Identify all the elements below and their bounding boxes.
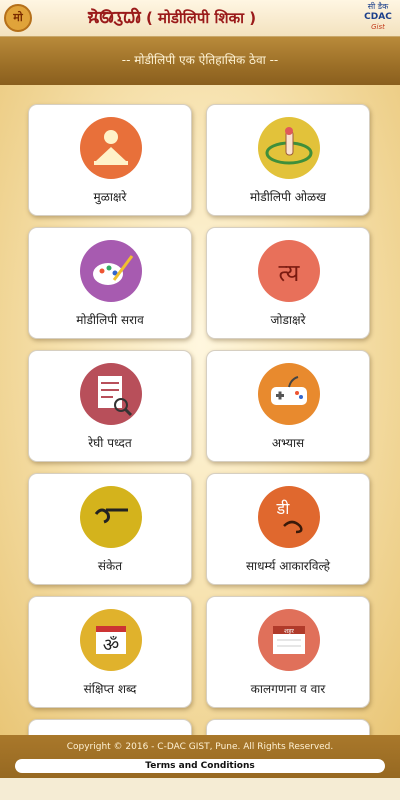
tile-reghi-paddhat[interactable]: रेघी पध्दत — [28, 350, 192, 462]
line-writing-icon — [80, 363, 142, 425]
bottom-bar — [0, 778, 400, 800]
tile-modilipi-olakh[interactable]: मोडीलिपी ओळख — [206, 104, 370, 216]
app-logo: मो — [4, 4, 32, 32]
app-title: 𑘦𑘻𑘚𑘲𑘩𑘲𑘢𑘲 ( मोडीलिपी शिका ) — [88, 6, 256, 30]
conjunct-letter-icon: त्य — [258, 240, 320, 302]
tagline-band: -- मोडीलिपी एक ऐतिहासिक ठेवा -- — [0, 37, 400, 85]
tagline: -- मोडीलिपी एक ऐतिहासिक ठेवा -- — [121, 53, 279, 67]
tile-partial-right[interactable] — [206, 719, 370, 735]
tile-label: कालगणना व वार — [250, 682, 326, 696]
touch-globe-icon — [258, 117, 320, 179]
tile-label: साधर्म्य आकारविल्हे — [245, 559, 331, 573]
similar-shapes-icon: डी — [258, 486, 320, 548]
logo-line-1: सी डैक — [367, 2, 389, 11]
cdac-gist-logo: सी डैक CDAC Gist — [360, 2, 396, 34]
tile-sanket[interactable]: संकेत — [28, 473, 192, 585]
menu-area[interactable]: मुळाक्षरे मोडीलिपी ओळख मोडीलिपी सराव त्य… — [0, 85, 400, 735]
tile-abhyas[interactable]: अभ्यास — [206, 350, 370, 462]
tile-jodakshare[interactable]: त्य जोडाक्षरे — [206, 227, 370, 339]
calendar-glyph: शहर — [284, 628, 294, 635]
tile-modilipi-sarav[interactable]: मोडीलिपी सराव — [28, 227, 192, 339]
sign-symbol-icon — [80, 486, 142, 548]
abbreviation-glyph: ॐ — [103, 635, 119, 656]
tile-mulakshare[interactable]: मुळाक्षरे — [28, 104, 192, 216]
tile-label: मोडीलिपी ओळख — [249, 190, 326, 204]
abbreviation-calendar-icon: ॐ — [80, 609, 142, 671]
tile-label: अभ्यास — [271, 436, 305, 450]
gamepad-icon — [258, 363, 320, 425]
logo-line-3: Gist — [371, 23, 385, 31]
logo-line-2: CDAC — [364, 12, 392, 22]
terms-and-conditions-link[interactable]: Terms and Conditions — [15, 759, 385, 773]
tile-sadharmya-akarvilhe[interactable]: डी साधर्म्य आकारविल्हे — [206, 473, 370, 585]
tile-label: जोडाक्षरे — [270, 313, 306, 327]
calendar-icon: शहर — [258, 609, 320, 671]
title-subtitle: ( मोडीलिपी शिका ) — [145, 9, 257, 27]
tile-partial-left[interactable] — [28, 719, 192, 735]
similar-glyph: डी — [276, 499, 291, 518]
title-modi-script: 𑘦𑘻𑘚𑘲𑘩𑘲𑘢𑘲 — [88, 8, 141, 28]
tile-label: संक्षिप्त शब्द — [83, 682, 137, 696]
learning-alphabets-icon — [80, 117, 142, 179]
tile-label: संकेत — [97, 559, 123, 573]
footer: Copyright © 2016 - C-DAC GIST, Pune. All… — [0, 735, 400, 800]
tile-kalganana-va-var[interactable]: शहर कालगणना व वार — [206, 596, 370, 708]
tile-sankshipt-shabda[interactable]: ॐ संक्षिप्त शब्द — [28, 596, 192, 708]
paint-palette-icon — [80, 240, 142, 302]
conjunct-glyph: त्य — [279, 259, 301, 287]
copyright-text: Copyright © 2016 - C-DAC GIST, Pune. All… — [66, 742, 334, 752]
app-header: मो 𑘦𑘻𑘚𑘲𑘩𑘲𑘢𑘲 ( मोडीलिपी शिका ) सी डैक CDA… — [0, 0, 400, 37]
tile-label: रेघी पध्दत — [88, 436, 132, 450]
tile-label: मुळाक्षरे — [93, 190, 127, 204]
tile-label: मोडीलिपी सराव — [76, 313, 144, 327]
